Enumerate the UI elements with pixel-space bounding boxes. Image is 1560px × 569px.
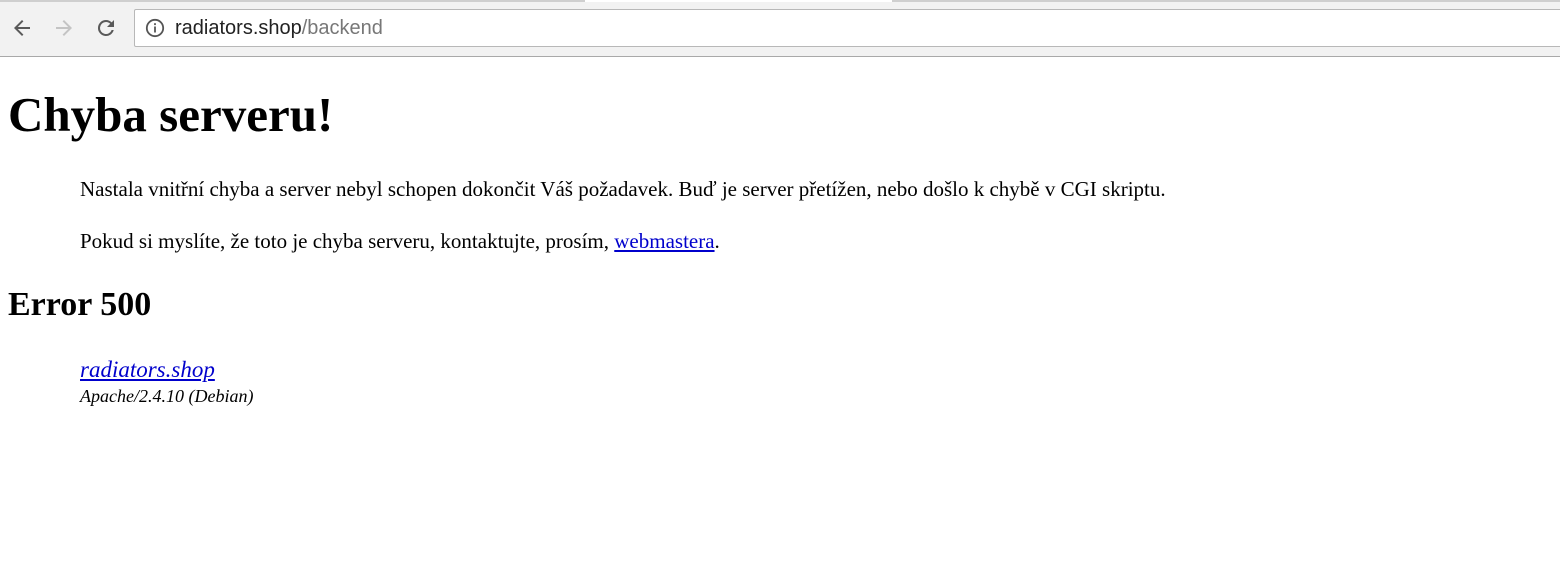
arrow-right-icon — [56, 20, 72, 36]
url-text[interactable]: radiators.shop/backend — [175, 17, 383, 40]
error-description: Nastala vnitřní chyba a server nebyl sch… — [80, 177, 1166, 201]
webmaster-link[interactable]: webmastera — [614, 229, 714, 253]
server-signature: radiators.shop Apache/2.4.10 (Debian) — [80, 358, 253, 405]
reload-button[interactable] — [91, 10, 121, 46]
server-version: Apache/2.4.10 (Debian) — [80, 386, 254, 406]
info-circle-icon[interactable] — [145, 18, 165, 38]
contact-text-end: . — [714, 229, 720, 253]
contact-paragraph: Pokud si myslíte, že toto je chyba serve… — [80, 231, 720, 252]
contact-text: Pokud si myslíte, že toto je chyba serve… — [80, 229, 615, 253]
page-title: Chyba serveru! — [8, 87, 334, 142]
address-bar[interactable]: radiators.shop/backend — [134, 9, 1560, 47]
forward-button[interactable] — [49, 10, 79, 46]
arrow-left-icon — [14, 20, 30, 36]
url-path: /backend — [301, 17, 383, 39]
site-link[interactable]: radiators.shop — [80, 358, 253, 381]
reload-icon — [97, 19, 114, 36]
error-code-heading: Error 500 — [8, 286, 152, 323]
back-button[interactable] — [7, 10, 37, 46]
browser-toolbar: radiators.shop/backend — [0, 2, 1560, 57]
url-host: radiators.shop — [175, 17, 302, 39]
